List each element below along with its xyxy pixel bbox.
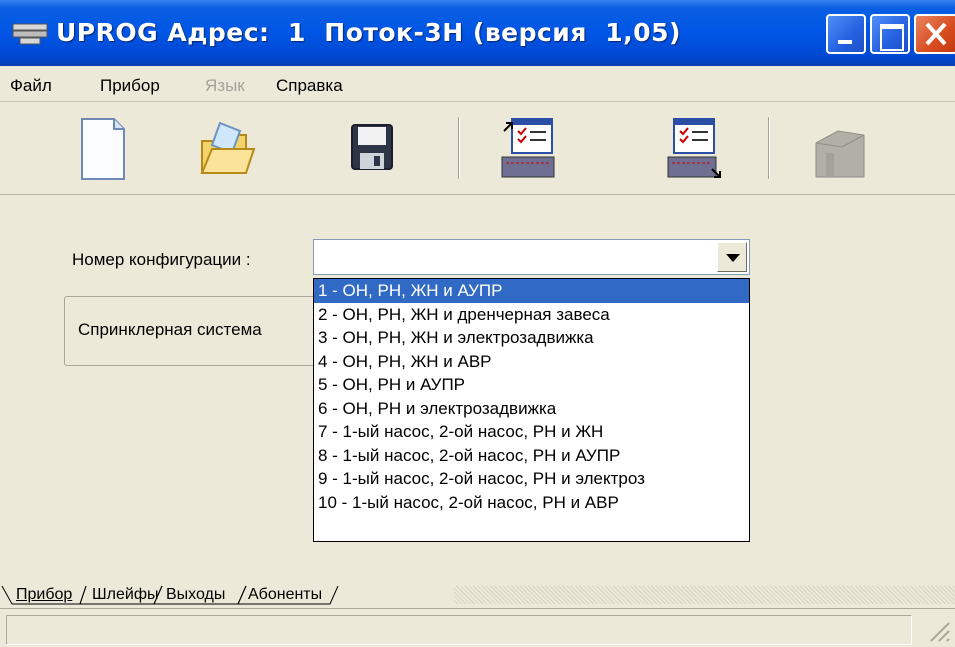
status-bar — [0, 608, 955, 647]
minimize-button[interactable] — [826, 14, 866, 54]
dropdown-option[interactable]: 4 - ОН, РН, ЖН и АВР — [314, 350, 749, 374]
read-from-device-icon — [501, 118, 555, 178]
device-icon — [815, 130, 865, 178]
write-to-device-icon — [667, 118, 721, 178]
configuration-number-label: Номер конфигурации : — [72, 250, 251, 269]
toolbar-separator — [458, 117, 460, 179]
new-button[interactable] — [72, 113, 134, 185]
toolbar-separator — [768, 117, 770, 179]
open-button[interactable] — [196, 113, 258, 185]
tab-strip-filler — [454, 586, 955, 604]
menu-bar: Файл Прибор Язык Справка — [0, 66, 955, 102]
dropdown-option[interactable]: 8 - 1-ый насос, 2-ой насос, РН и АУПР — [314, 444, 749, 468]
open-folder-icon — [200, 121, 256, 174]
read-config-button[interactable] — [498, 113, 560, 185]
menu-help[interactable]: Справка — [276, 76, 343, 96]
app-icon — [12, 23, 48, 45]
dropdown-option[interactable]: 3 - ОН, РН, ЖН и электрозадвижка — [314, 326, 749, 350]
save-button[interactable] — [340, 113, 402, 185]
tab-loops[interactable]: Шлейфы — [86, 586, 165, 606]
window-title: UPROG Адрес: 1 Поток-3Н (версия 1,05) — [56, 18, 681, 47]
menu-file[interactable]: Файл — [10, 76, 52, 96]
configuration-dropdown-list[interactable]: 1 - ОН, РН, ЖН и АУПР 2 - ОН, РН, ЖН и д… — [313, 278, 750, 542]
dropdown-option[interactable]: 5 - ОН, РН и АУПР — [314, 373, 749, 397]
dropdown-option[interactable]: 7 - 1-ый насос, 2-ой насос, РН и ЖН — [314, 420, 749, 444]
save-floppy-icon — [351, 124, 393, 170]
maximize-button[interactable] — [870, 14, 910, 54]
tab-device[interactable]: Прибор — [10, 586, 78, 606]
dropdown-option[interactable]: 1 - ОН, РН, ЖН и АУПР — [314, 279, 749, 303]
dropdown-option[interactable]: 2 - ОН, РН, ЖН и дренчерная завеса — [314, 303, 749, 327]
title-bar[interactable]: UPROG Адрес: 1 Поток-3Н (версия 1,05) — [0, 0, 955, 66]
toolbar — [0, 103, 955, 195]
chevron-down-icon[interactable] — [717, 242, 747, 272]
write-config-button[interactable] — [664, 113, 726, 185]
device-panel: Номер конфигурации : Спринклерная систем… — [0, 196, 955, 582]
system-type-label: Спринклерная система — [78, 320, 262, 339]
menu-device[interactable]: Прибор — [100, 76, 160, 96]
new-document-icon — [81, 118, 125, 180]
tab-subscribers[interactable]: Абоненты — [242, 586, 328, 606]
status-pane — [6, 615, 912, 645]
resize-grip-icon[interactable] — [925, 617, 951, 643]
configuration-number-combobox[interactable] — [313, 239, 750, 275]
dropdown-option[interactable]: 10 - 1-ый насос, 2-ой насос, РН и АВР — [314, 491, 749, 515]
dropdown-option[interactable]: 9 - 1-ый насос, 2-ой насос, РН и электро… — [314, 467, 749, 491]
menu-language[interactable]: Язык — [205, 76, 245, 96]
device-button[interactable] — [808, 113, 870, 185]
tab-outputs[interactable]: Выходы — [160, 586, 231, 606]
dropdown-option[interactable]: 6 - ОН, РН и электрозадвижка — [314, 397, 749, 421]
close-icon — [925, 22, 947, 46]
close-button[interactable] — [914, 14, 955, 54]
